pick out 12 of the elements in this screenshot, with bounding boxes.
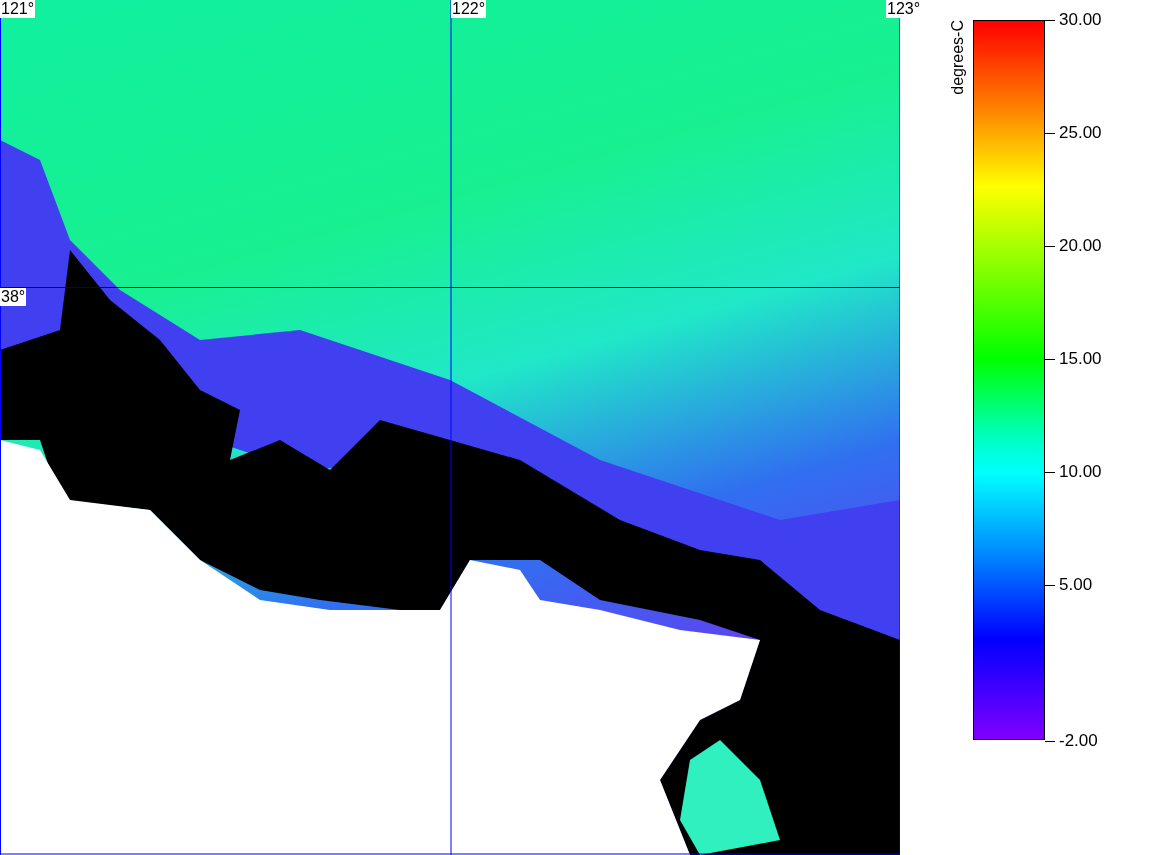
scale-value: 30.00: [1059, 10, 1102, 30]
longitude-label: 122°: [451, 0, 487, 18]
scale-value: -2.00: [1059, 731, 1098, 751]
scale-value: 20.00: [1059, 236, 1102, 256]
scale-value: 25.00: [1059, 123, 1102, 143]
latitude-label: 38°: [0, 288, 27, 306]
scale-value: 15.00: [1059, 349, 1102, 369]
scale-value: 10.00: [1059, 462, 1102, 482]
scale-value: 5.00: [1059, 575, 1093, 595]
unit-label: degrees-C: [949, 20, 967, 95]
longitude-label: 121°: [0, 0, 36, 18]
longitude-label: 123°: [886, 0, 922, 18]
